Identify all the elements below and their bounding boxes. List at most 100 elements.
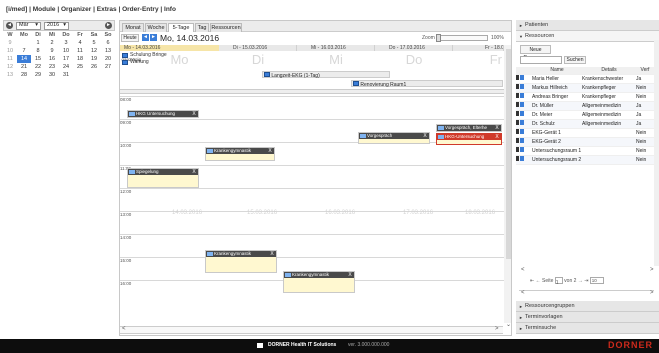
column-header-details[interactable]: Details: [582, 67, 636, 75]
scrollbar-thumb[interactable]: [506, 49, 511, 259]
day-header-thu[interactable]: Do - 17.03.2016: [375, 45, 453, 51]
menu-extras[interactable]: Extras: [97, 6, 117, 13]
day-cell[interactable]: 22: [31, 63, 45, 71]
day-cell[interactable]: 16: [45, 55, 59, 63]
edit-resource-icon[interactable]: [516, 138, 524, 143]
edit-resource-icon[interactable]: [516, 147, 524, 152]
day-cell[interactable]: [73, 71, 87, 79]
day-header-tue[interactable]: Di - 15.03.2016: [219, 45, 297, 51]
column-header-verf[interactable]: Verf: [636, 67, 654, 75]
table-row[interactable]: Markus Hillreich Krankenpfleger Nein: [516, 83, 654, 93]
appointment[interactable]: HKG-Untersuchung X: [436, 133, 502, 145]
table-row[interactable]: Untersuchungsraum 1 Nein: [516, 146, 654, 156]
today-button[interactable]: Heute: [121, 34, 139, 42]
first-page-icon[interactable]: ⇤: [530, 278, 534, 284]
day-cell[interactable]: 18: [73, 55, 87, 63]
scroll-right-icon[interactable]: >: [495, 326, 499, 332]
scroll-left-icon[interactable]: <: [521, 290, 525, 296]
scroll-down-icon[interactable]: ⌄: [506, 321, 511, 328]
edit-resource-icon[interactable]: [516, 75, 524, 80]
close-icon[interactable]: X: [191, 111, 197, 117]
day-cell[interactable]: 31: [59, 71, 73, 79]
day-cell[interactable]: 5: [87, 39, 101, 47]
page-size-select[interactable]: 10: [589, 277, 604, 285]
close-icon[interactable]: X: [269, 251, 275, 257]
close-icon[interactable]: X: [267, 148, 273, 154]
edit-resource-icon[interactable]: [516, 129, 524, 134]
day-cell[interactable]: 10: [59, 47, 73, 55]
page-number-input[interactable]: 1: [554, 277, 563, 286]
scroll-right-icon[interactable]: >: [650, 290, 654, 296]
year-select[interactable]: 2016 ▾: [44, 21, 69, 30]
appointment[interactable]: HKG Untersuchung X: [127, 110, 199, 118]
accordion-appointment-templates[interactable]: ► Terminvorlagen: [516, 312, 659, 323]
menu-imed[interactable]: [i/med]: [6, 6, 27, 13]
table-row[interactable]: Untersuchungsraum 2 Nein: [516, 155, 654, 165]
accordion-resources[interactable]: ▼ Ressourcen: [516, 31, 659, 42]
appointment[interactable]: Vorgespräch, Elterhe X: [436, 124, 502, 132]
table-row[interactable]: EKG-Gerät 2 Nein: [516, 137, 654, 147]
day-cell[interactable]: 6: [101, 39, 115, 47]
day-cell[interactable]: 8: [31, 47, 45, 55]
resource-search-input[interactable]: [520, 56, 562, 64]
appointment[interactable]: Krankengymnastik X: [205, 250, 277, 273]
day-cell[interactable]: 7: [17, 47, 31, 55]
table-row[interactable]: Dr. Müller Allgemeinmedizin Ja: [516, 101, 654, 111]
close-icon[interactable]: X: [191, 169, 197, 175]
day-cell[interactable]: 12: [87, 47, 101, 55]
table-row[interactable]: Dr. Schulz Allgemeinmedizin Ja: [516, 119, 654, 129]
search-button[interactable]: Suchen: [564, 56, 586, 64]
menu-organizer[interactable]: Organizer: [61, 6, 91, 13]
zoom-slider-handle[interactable]: [436, 34, 441, 42]
day-cell[interactable]: 4: [73, 39, 87, 47]
tab-woche[interactable]: Woche: [145, 23, 167, 32]
day-cell-today[interactable]: 14: [17, 55, 31, 63]
day-cell[interactable]: 15: [31, 55, 45, 63]
close-icon[interactable]: X: [494, 125, 500, 131]
day-header-mon[interactable]: Mo - 14.03.2016: [120, 45, 219, 51]
vertical-scrollbar[interactable]: [504, 45, 511, 323]
tab-ressourcen[interactable]: Ressourcen: [210, 23, 242, 32]
appointment[interactable]: Spiegelung X: [127, 168, 199, 188]
day-cell[interactable]: 21: [17, 63, 31, 71]
day-cell[interactable]: 13: [101, 47, 115, 55]
column-header-name[interactable]: Name: [532, 67, 582, 75]
day-cell[interactable]: 9: [45, 47, 59, 55]
next-day-button[interactable]: ►: [150, 34, 157, 41]
month-select[interactable]: Mär ▾: [16, 21, 41, 30]
edit-resource-icon[interactable]: [516, 111, 524, 116]
prev-page-icon[interactable]: ←: [536, 278, 541, 284]
day-cell[interactable]: 1: [31, 39, 45, 47]
menu-module[interactable]: Module: [33, 6, 56, 13]
day-header-wed[interactable]: Mi - 16.03.2016: [297, 45, 375, 51]
day-cell[interactable]: 24: [59, 63, 73, 71]
horizontal-scrollbar[interactable]: < > ⌄: [120, 321, 511, 335]
day-cell[interactable]: 27: [101, 63, 115, 71]
day-cell[interactable]: 19: [87, 55, 101, 63]
day-cell[interactable]: 25: [73, 63, 87, 71]
resource-vertical-scrollbar[interactable]: [654, 40, 659, 266]
accordion-resource-groups[interactable]: ► Ressourcengruppen: [516, 301, 659, 312]
day-cell[interactable]: 28: [17, 71, 31, 79]
prev-month-icon[interactable]: ◄: [6, 22, 13, 29]
day-cell[interactable]: [87, 71, 101, 79]
scroll-left-icon[interactable]: <: [521, 267, 525, 273]
day-cell[interactable]: 26: [87, 63, 101, 71]
zoom-slider[interactable]: [436, 35, 488, 41]
scrollbar-track[interactable]: [120, 326, 503, 334]
edit-resource-icon[interactable]: [516, 156, 524, 161]
edit-resource-icon[interactable]: [516, 120, 524, 125]
prev-day-button[interactable]: ◄: [142, 34, 149, 41]
tab-tag[interactable]: Tag: [195, 23, 209, 32]
day-cell[interactable]: 2: [45, 39, 59, 47]
appointment[interactable]: Krankengymnastik X: [205, 147, 275, 161]
edit-resource-icon[interactable]: [516, 93, 524, 98]
day-cell[interactable]: 3: [59, 39, 73, 47]
new-resource-tab[interactable]: Neue Ressource: [520, 45, 551, 61]
day-cell[interactable]: 29: [31, 71, 45, 79]
tab-5-tage[interactable]: 5-Tage: [168, 23, 194, 32]
last-page-icon[interactable]: ⇥: [584, 278, 588, 284]
close-icon[interactable]: X: [347, 272, 353, 278]
day-header-fri[interactable]: Fr - 18.03: [453, 45, 504, 51]
day-cell[interactable]: [101, 71, 115, 79]
